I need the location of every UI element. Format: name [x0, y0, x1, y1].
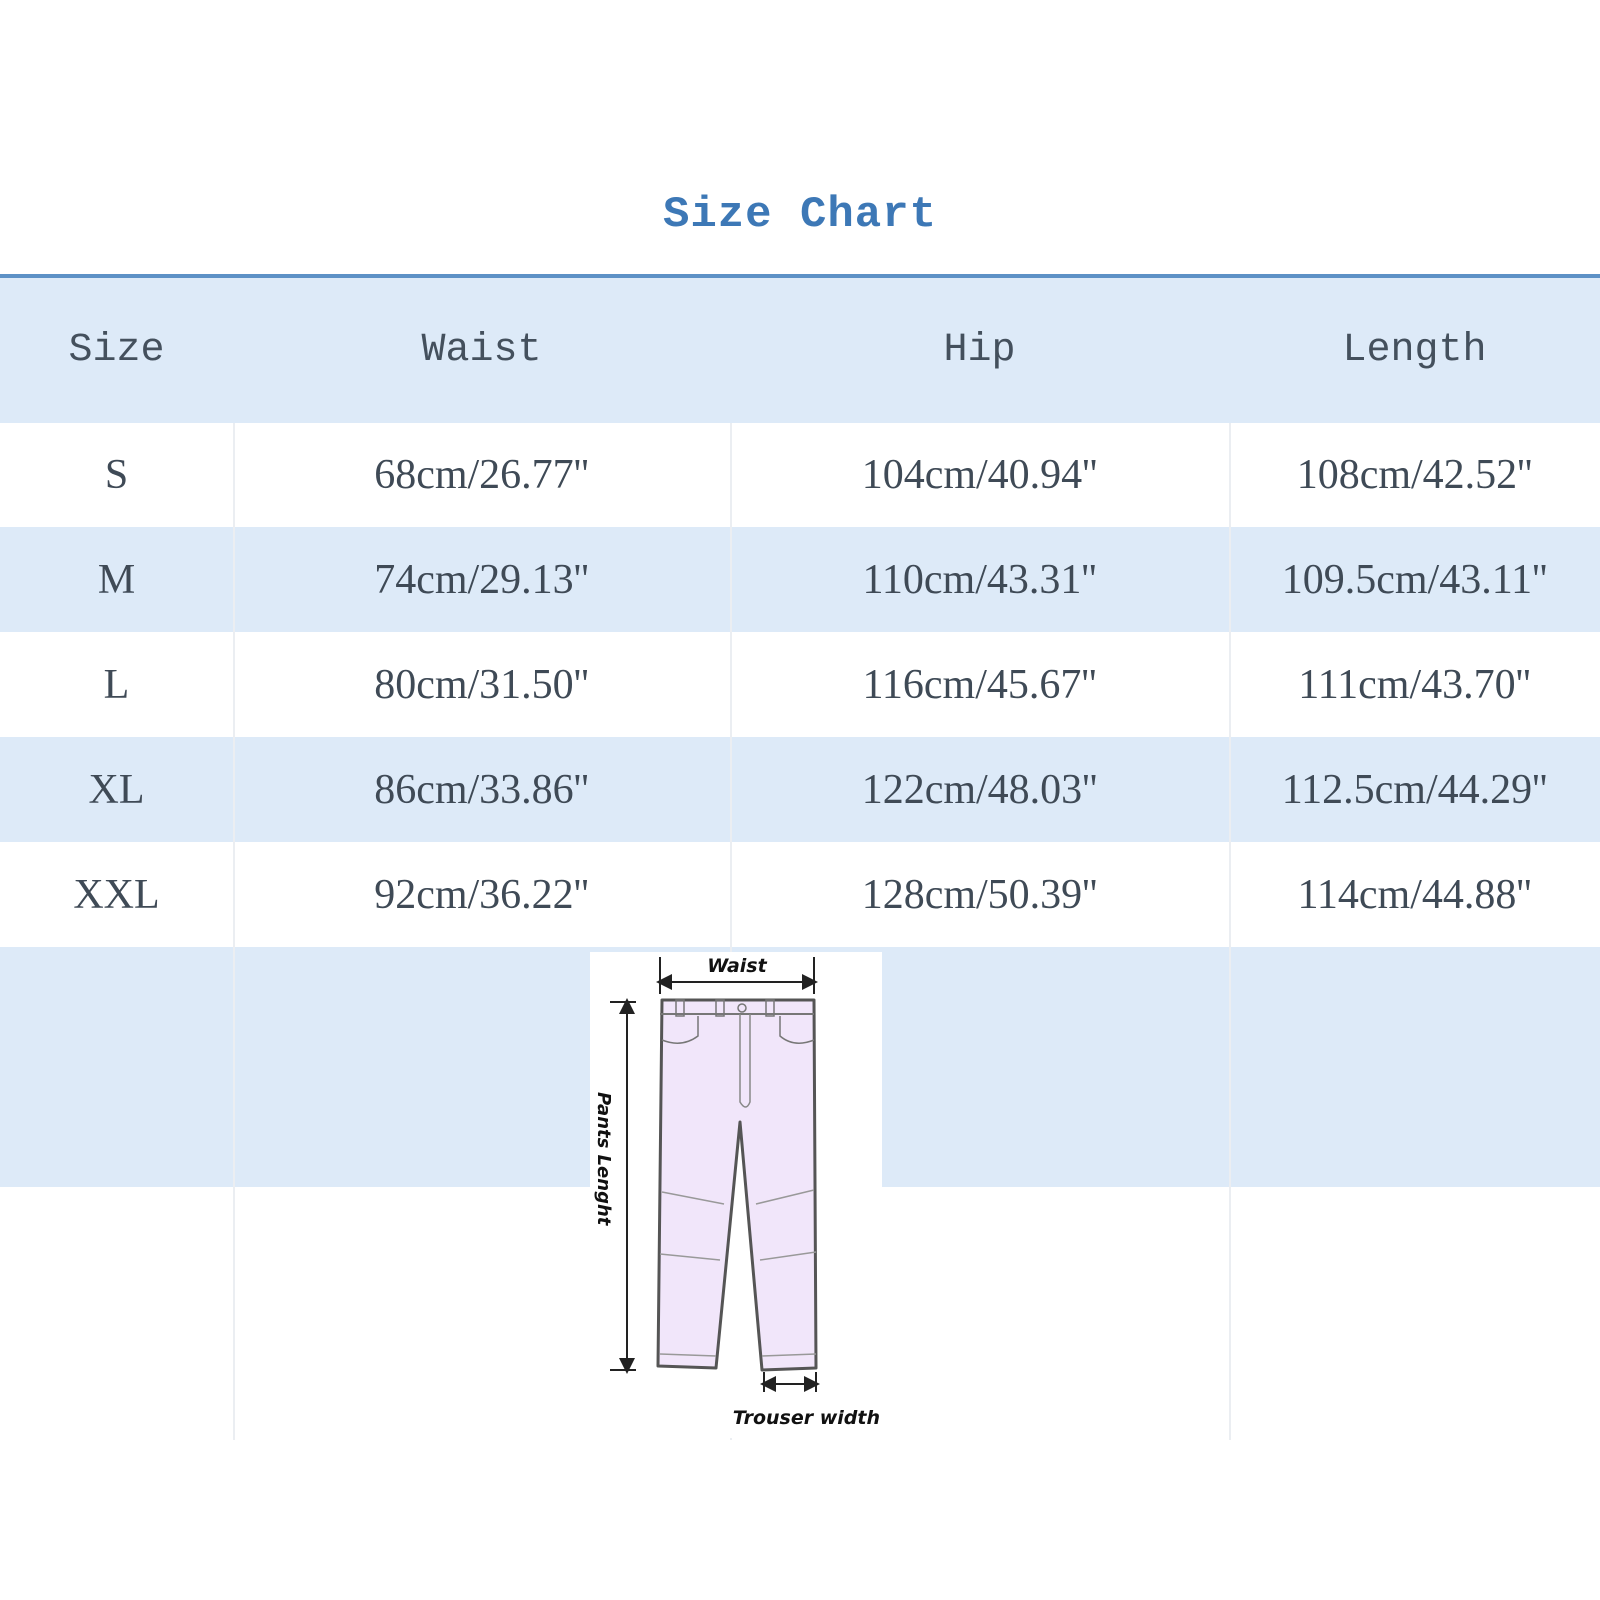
length-cell: 111cm/43.70'' [1298, 661, 1531, 708]
waist-dimension: Waist [656, 955, 818, 994]
size-cell: S [104, 452, 129, 498]
header-size: Size [68, 328, 165, 373]
page-title: Size Chart [662, 190, 938, 240]
length-cell: 109.5cm/43.11'' [1281, 556, 1548, 603]
size-cell: XXL [73, 871, 160, 918]
pants-diagram: Waist Pants Lenght Trouser width [590, 952, 882, 1438]
waist-cell: 68cm/26.77'' [374, 452, 589, 498]
hip-cell: 128cm/50.39'' [861, 871, 1098, 918]
size-cell: L [103, 661, 130, 708]
header-waist: Waist [421, 328, 542, 373]
length-cell: 114cm/44.88'' [1297, 871, 1532, 918]
width-dimension: Trouser width [733, 1372, 880, 1429]
length-label: Pants Lenght [593, 1092, 614, 1227]
size-cell: M [97, 556, 136, 603]
header-length: Length [1342, 328, 1487, 373]
header-hip: Hip [943, 328, 1016, 373]
length-cell: 112.5cm/44.29'' [1281, 766, 1548, 813]
length-cell: 108cm/42.52'' [1296, 452, 1533, 498]
hip-cell: 110cm/43.31'' [862, 556, 1097, 603]
waist-label: Waist [707, 955, 767, 977]
waist-cell: 92cm/36.22'' [374, 871, 589, 918]
waist-cell: 74cm/29.13'' [374, 556, 589, 603]
pants-illustration: Waist Pants Lenght Trouser width [593, 955, 880, 1429]
length-dimension: Pants Lenght [593, 998, 636, 1374]
pants-icon [656, 998, 818, 1372]
hip-cell: 104cm/40.94'' [861, 452, 1098, 498]
size-cell: XL [88, 766, 145, 813]
width-label: Trouser width [733, 1407, 880, 1429]
hip-cell: 122cm/48.03'' [861, 766, 1098, 813]
hip-cell: 116cm/45.67'' [862, 661, 1097, 708]
waist-cell: 80cm/31.50'' [374, 661, 589, 708]
waist-cell: 86cm/33.86'' [374, 766, 589, 813]
